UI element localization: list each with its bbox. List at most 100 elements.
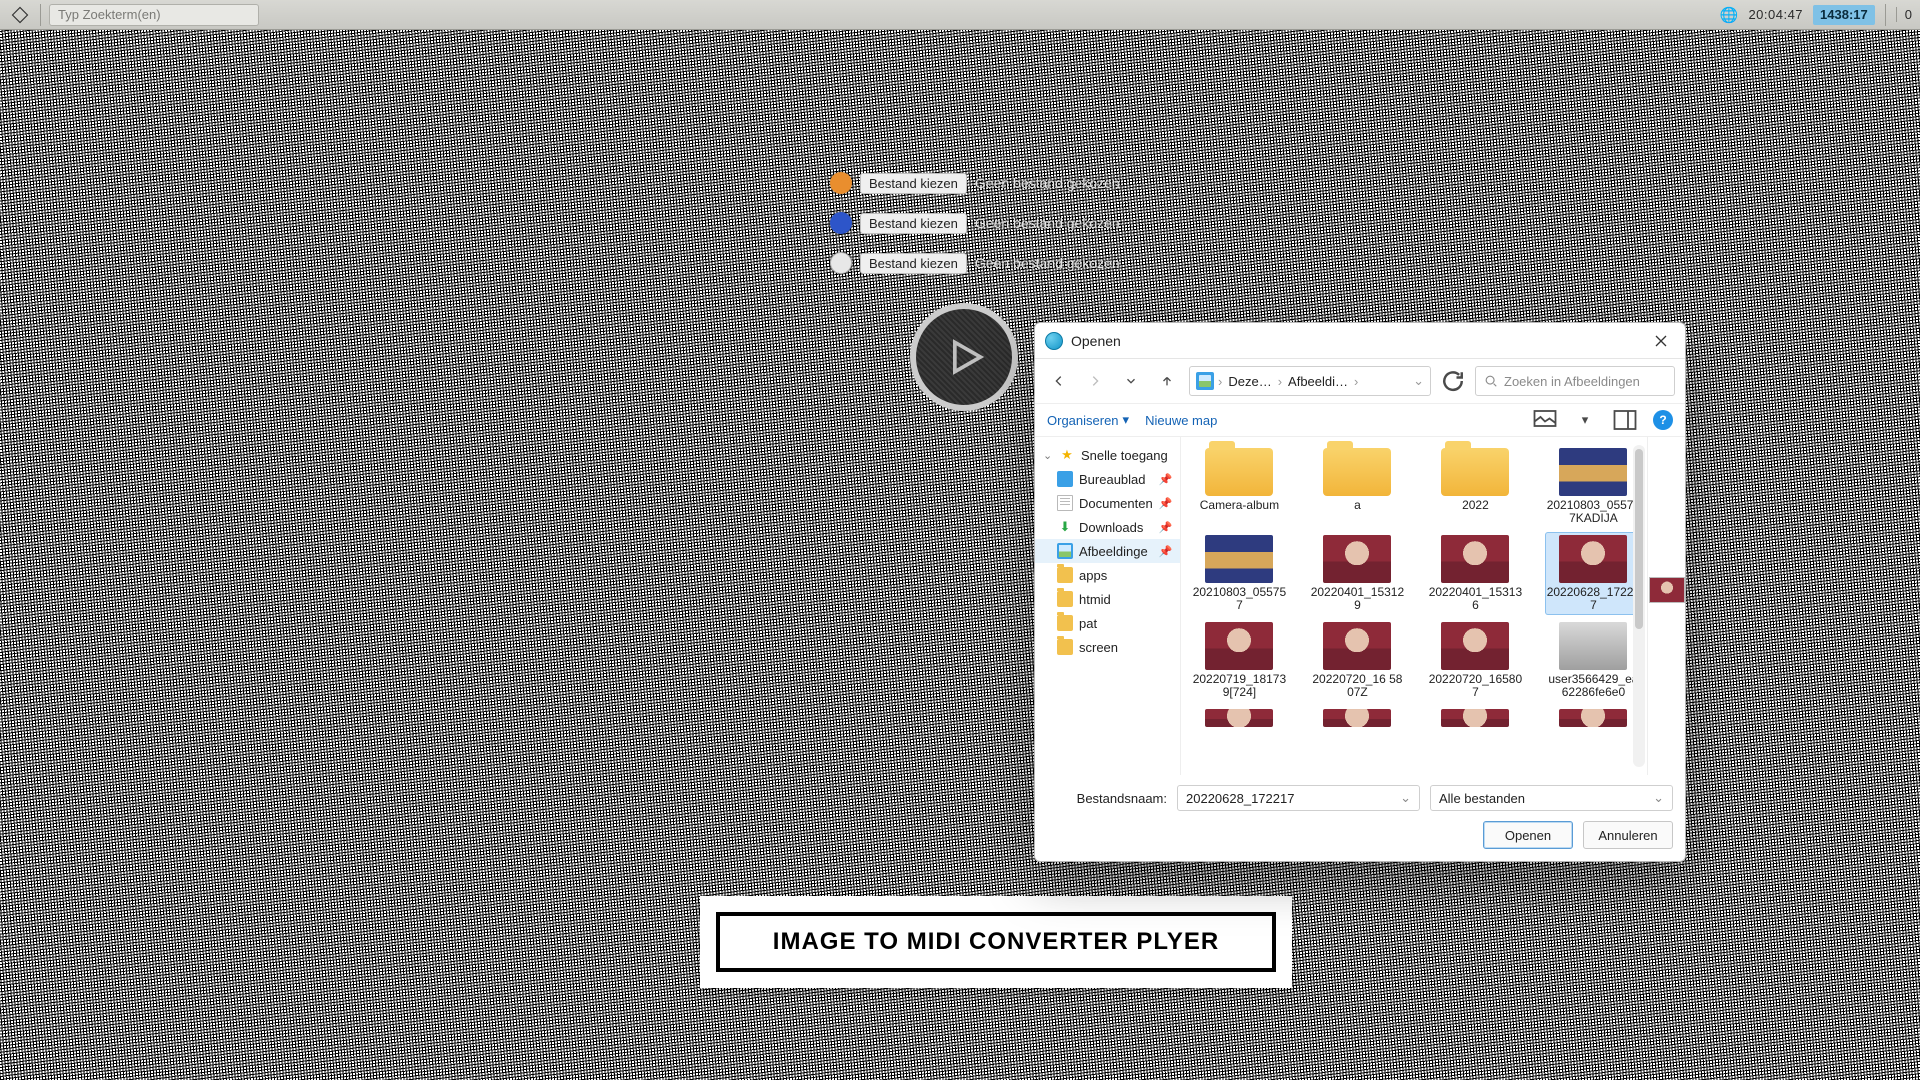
- sidebar-item-pat[interactable]: pat: [1035, 611, 1180, 635]
- sidebar-item-desktop[interactable]: Bureaublad 📌: [1035, 467, 1180, 491]
- divider: [1885, 4, 1886, 26]
- file-item[interactable]: [1545, 706, 1641, 730]
- dialog-sidebar: ⌄ ★ Snelle toegang Bureaublad 📌 Document…: [1035, 437, 1181, 775]
- sidebar-item-apps[interactable]: apps: [1035, 563, 1180, 587]
- file-item[interactable]: [1427, 706, 1523, 730]
- breadcrumb-segment[interactable]: Afbeeldi…: [1286, 374, 1350, 389]
- file-item[interactable]: [1309, 706, 1405, 730]
- file-item-label: Camera-album: [1191, 499, 1287, 512]
- global-search-input[interactable]: Typ Zoekterm(en): [49, 4, 259, 26]
- file-grid: Camera-album a 2022 20210803_055757KADIJA 20…: [1181, 437, 1647, 775]
- file-item[interactable]: 20220719_181739[724]: [1191, 619, 1287, 702]
- folder-icon: [1057, 567, 1073, 583]
- cancel-button[interactable]: Annuleren: [1583, 821, 1673, 849]
- new-folder-button[interactable]: Nieuwe map: [1145, 413, 1217, 428]
- app-title-banner: IMAGE TO MIDI CONVERTER PLYER: [700, 896, 1292, 988]
- filename-input[interactable]: 20220628_172217 ⌄: [1177, 785, 1420, 811]
- file-item[interactable]: 20220720_16 5807Z: [1309, 619, 1405, 702]
- file-item[interactable]: user3566429_ea62286fe6e0: [1545, 619, 1641, 702]
- close-icon: [1655, 335, 1667, 347]
- choose-file-button[interactable]: Bestand kiezen: [860, 173, 967, 194]
- divider: [40, 4, 41, 26]
- nav-up-button[interactable]: [1153, 367, 1181, 395]
- sidebar-item-pictures[interactable]: Afbeeldinge 📌: [1035, 539, 1180, 563]
- help-button[interactable]: ?: [1653, 410, 1673, 430]
- network-icon[interactable]: 🌐: [1720, 6, 1739, 24]
- open-button[interactable]: Openen: [1483, 821, 1573, 849]
- image-thumbnail: [1559, 535, 1627, 583]
- file-status-label: Geen bestand gekozen: [975, 255, 1120, 271]
- sidebar-item-screen[interactable]: screen: [1035, 635, 1180, 659]
- scrollbar-thumb[interactable]: [1635, 449, 1643, 629]
- timer-badge: 1438:17: [1813, 5, 1875, 25]
- file-item-label: 20220401_153129: [1309, 586, 1405, 612]
- file-item-label: a: [1309, 499, 1405, 512]
- pictures-icon: [1196, 372, 1214, 390]
- file-item[interactable]: a: [1309, 445, 1405, 528]
- file-item[interactable]: Camera-album: [1191, 445, 1287, 528]
- chevron-down-icon[interactable]: ⌄: [1413, 373, 1424, 389]
- file-item-label: 20220720_165807: [1427, 673, 1523, 699]
- nav-recent-button[interactable]: [1117, 367, 1145, 395]
- file-item[interactable]: 20220401_153136: [1427, 532, 1523, 615]
- launcher-icon[interactable]: [8, 3, 32, 27]
- document-icon: [1057, 495, 1073, 511]
- dialog-nav-row: › Deze… › Afbeeldi… › ⌄ Zoeken in Afbeel…: [1035, 359, 1685, 403]
- file-item[interactable]: 20220720_165807: [1427, 619, 1523, 702]
- nav-back-button[interactable]: [1045, 367, 1073, 395]
- preview-pane-button[interactable]: [1613, 408, 1637, 432]
- choose-file-button[interactable]: Bestand kiezen: [860, 213, 967, 234]
- file-chooser-row-2: Bestand kiezen Geen bestand gekozen: [830, 212, 1120, 234]
- view-mode-caret[interactable]: ▾: [1573, 408, 1597, 432]
- sidebar-item-documents[interactable]: Documenten 📌: [1035, 491, 1180, 515]
- file-item[interactable]: 20210803_055757: [1191, 532, 1287, 615]
- image-thumbnail: [1559, 622, 1627, 670]
- breadcrumb[interactable]: › Deze… › Afbeeldi… › ⌄: [1189, 366, 1431, 396]
- view-mode-button[interactable]: [1533, 408, 1557, 432]
- pin-icon: 📌: [1159, 521, 1173, 534]
- image-thumbnail: [1441, 535, 1509, 583]
- scrollbar[interactable]: [1633, 445, 1645, 767]
- color-swatch: [830, 252, 852, 274]
- file-type-filter[interactable]: Alle bestanden ⌄: [1430, 785, 1673, 811]
- file-item[interactable]: 20210803_055757KADIJA: [1545, 445, 1641, 528]
- chevron-down-icon: ⌄: [1043, 449, 1053, 462]
- sidebar-item-downloads[interactable]: ⬇ Downloads 📌: [1035, 515, 1180, 539]
- filename-label: Bestandsnaam:: [1047, 791, 1167, 806]
- folder-icon: [1057, 615, 1073, 631]
- organize-menu[interactable]: Organiseren ▾: [1047, 412, 1129, 428]
- breadcrumb-segment[interactable]: Deze…: [1226, 374, 1273, 389]
- refresh-button[interactable]: [1439, 367, 1467, 395]
- play-button[interactable]: [910, 303, 1018, 411]
- file-item-label: 20210803_055757KADIJA: [1545, 499, 1641, 525]
- clock: 20:04:47: [1748, 7, 1803, 22]
- tray: 🌐 20:04:47 1438:17 0: [1720, 4, 1912, 26]
- nav-forward-button[interactable]: [1081, 367, 1109, 395]
- chevron-right-icon: ›: [1278, 374, 1282, 389]
- star-icon: ★: [1059, 447, 1075, 463]
- sidebar-item-quick-access[interactable]: ⌄ ★ Snelle toegang: [1035, 443, 1180, 467]
- tray-counter: 0: [1896, 7, 1912, 22]
- dialog-actions: Openen Annuleren: [1047, 821, 1673, 849]
- image-thumbnail: [1559, 709, 1627, 727]
- file-item[interactable]: 20220628_172217: [1545, 532, 1641, 615]
- file-status-label: Geen bestand gekozen: [975, 175, 1120, 191]
- chevron-down-icon: ▾: [1123, 412, 1130, 428]
- choose-file-button[interactable]: Bestand kiezen: [860, 253, 967, 274]
- pin-icon: 📌: [1159, 497, 1173, 510]
- dialog-titlebar: Openen: [1035, 323, 1685, 359]
- folder-icon: [1205, 448, 1273, 496]
- preview-thumbnail: [1649, 577, 1685, 603]
- file-item[interactable]: 20220401_153129: [1309, 532, 1405, 615]
- file-chooser-row-1: Bestand kiezen Geen bestand gekozen: [830, 172, 1120, 194]
- file-chooser-row-3: Bestand kiezen Geen bestand gekozen: [830, 252, 1120, 274]
- dialog-search-input[interactable]: Zoeken in Afbeeldingen: [1475, 366, 1675, 396]
- close-button[interactable]: [1647, 329, 1675, 353]
- file-item[interactable]: [1191, 706, 1287, 730]
- sidebar-item-htmid[interactable]: htmid: [1035, 587, 1180, 611]
- file-status-label: Geen bestand gekozen: [975, 215, 1120, 231]
- file-item-label: 20220628_172217: [1545, 586, 1641, 612]
- file-item[interactable]: 2022: [1427, 445, 1523, 528]
- folder-icon: [1057, 639, 1073, 655]
- file-item-label: user3566429_ea62286fe6e0: [1545, 673, 1641, 699]
